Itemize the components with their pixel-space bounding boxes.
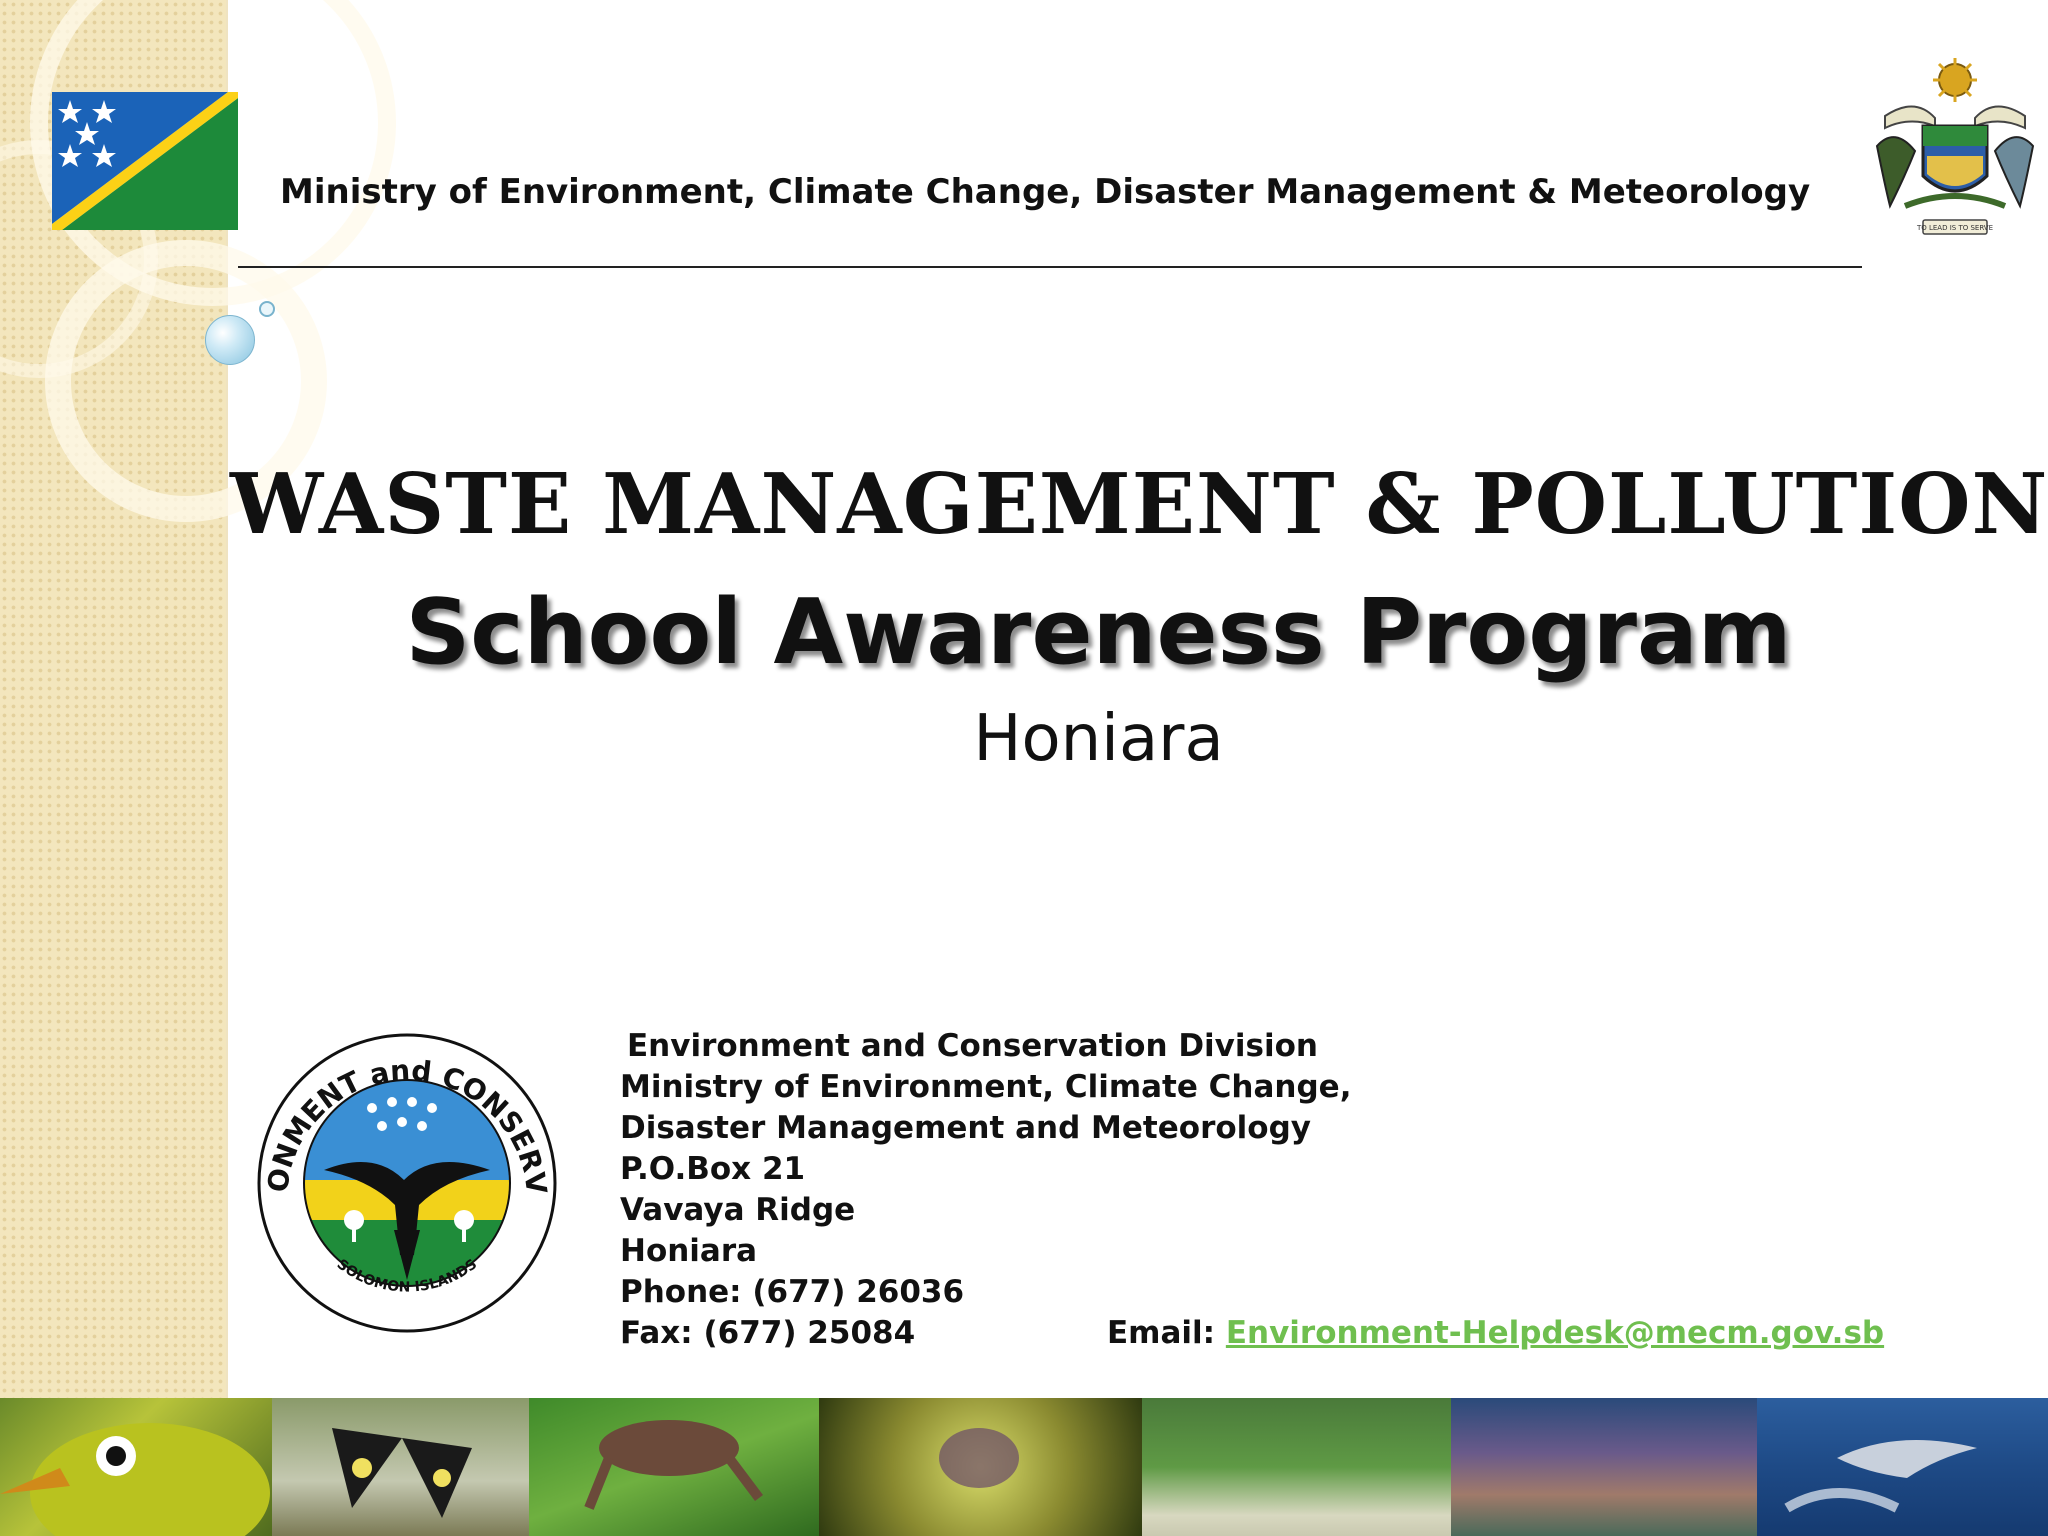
frog-photo <box>529 1398 819 1536</box>
coat-of-arms-icon: TO LEAD IS TO SERVE <box>1875 58 2035 235</box>
contact-phone: Phone: (677) 26036 <box>620 1274 965 1310</box>
environment-conservation-logo: ENVIRONMENT and CONSERVATION SOLOMON ISL… <box>254 1030 557 1333</box>
crest-motto: TO LEAD IS TO SERVE <box>1916 224 1993 232</box>
contact-line: Vavaya Ridge <box>620 1192 856 1228</box>
photo-strip <box>0 1398 2048 1536</box>
email-row: Email: Environment-Helpdesk@mecm.gov.sb <box>1107 1313 1884 1354</box>
mangrove-photo <box>1142 1398 1451 1536</box>
header-divider <box>238 266 1862 268</box>
contact-block: Environment and Conservation Division Mi… <box>620 1026 1351 1354</box>
contact-line: Honiara <box>620 1233 758 1269</box>
orchid-photo <box>819 1398 1142 1536</box>
contact-line: Disaster Management and Meteorology <box>620 1110 1311 1146</box>
subtitle: School Awareness Program <box>405 580 1792 685</box>
coral-reef-photo <box>1451 1398 1757 1536</box>
contact-line: P.O.Box 21 <box>620 1151 806 1187</box>
decorative-bubble <box>205 315 255 365</box>
email-label: Email: <box>1107 1315 1216 1351</box>
ministry-header: Ministry of Environment, Climate Change,… <box>280 172 1811 212</box>
dolphin-photo <box>1757 1398 2048 1536</box>
contact-line: Environment and Conservation Division <box>627 1028 1318 1064</box>
butterfly-photo <box>272 1398 529 1536</box>
solomon-islands-flag <box>52 92 238 230</box>
main-title: WASTE MANAGEMENT & POLLUTION <box>230 455 2048 553</box>
bird-photo <box>0 1398 272 1536</box>
location-title: Honiara <box>973 702 1224 776</box>
email-link[interactable]: Environment-Helpdesk@mecm.gov.sb <box>1226 1315 1884 1351</box>
decorative-bubble <box>259 301 275 317</box>
contact-line: Ministry of Environment, Climate Change, <box>620 1069 1352 1105</box>
